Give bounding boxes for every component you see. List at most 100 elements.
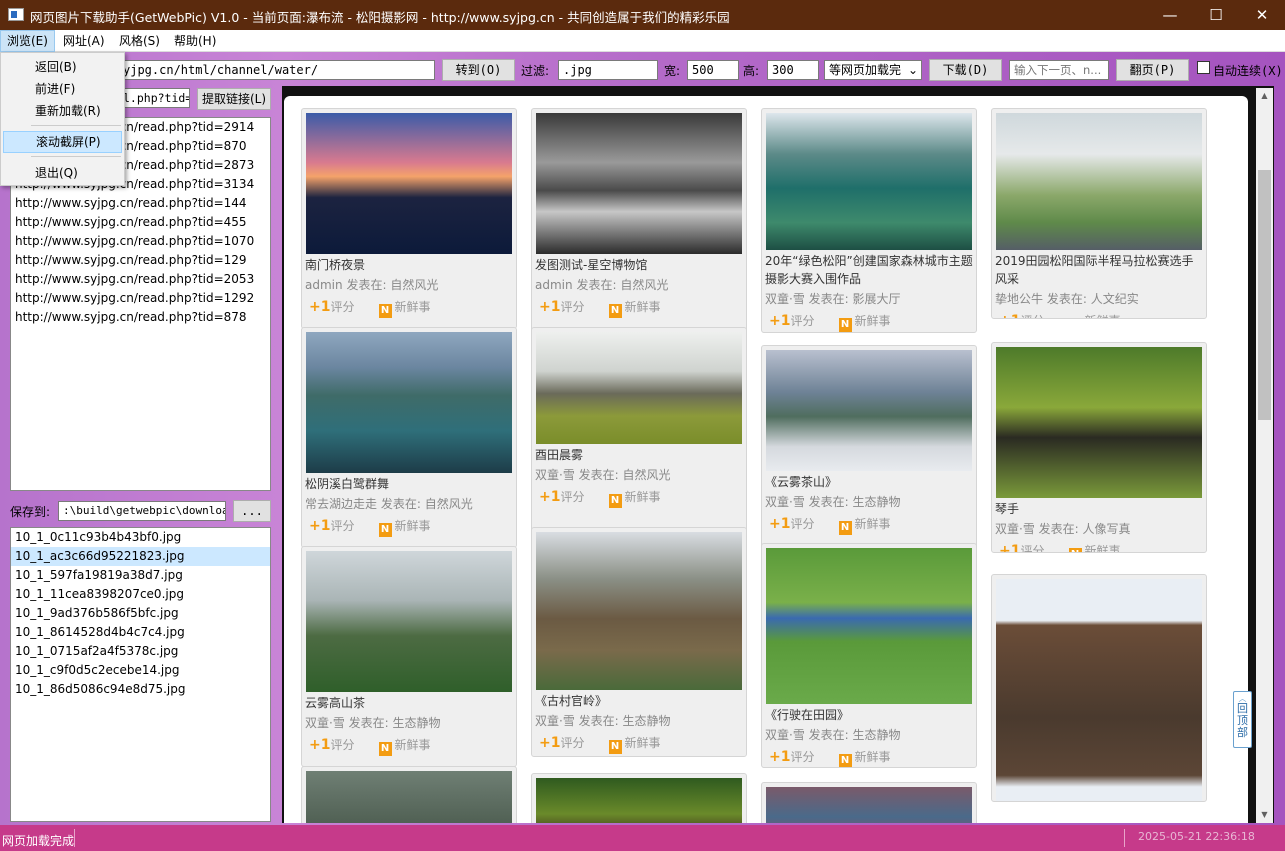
link-pattern-input[interactable]: l.php?tid=* (118, 88, 190, 108)
gallery-card[interactable]: 发图测试-星空博物馆 admin 发表在: 自然风光 +1评分 N 新鲜事 (531, 108, 747, 333)
gallery-card[interactable]: 南门桥夜景 admin 发表在: 自然风光 +1评分 N 新鲜事 (301, 108, 517, 329)
card-image[interactable] (306, 771, 512, 823)
menu-item-back[interactable]: 返回(B) (3, 56, 122, 78)
scroll-down-icon[interactable]: ▼ (1256, 807, 1273, 823)
gallery-card[interactable]: 酉田晨雾 双童·雪 发表在: 自然风光 +1评分 N 新鲜事 (531, 327, 747, 552)
card-image[interactable] (306, 113, 512, 254)
score-button[interactable]: +1评分 (999, 543, 1045, 552)
url-input[interactable]: yjpg.cn/html/channel/water/ (118, 60, 435, 80)
score-button[interactable]: +1评分 (769, 749, 815, 765)
auto-continue-checkbox[interactable] (1197, 61, 1210, 74)
card-image[interactable] (996, 579, 1202, 801)
card-image[interactable] (766, 350, 972, 471)
card-category[interactable]: 人像写真 (1083, 522, 1131, 536)
minimize-button[interactable]: — (1147, 0, 1193, 30)
card-title[interactable]: 《古村官岭》 (535, 692, 743, 710)
next-page-input[interactable]: 输入下一页、n... (1009, 60, 1109, 80)
card-image[interactable] (536, 113, 742, 254)
score-button[interactable]: +1评分 (309, 299, 355, 315)
menu-item-exit[interactable]: 退出(Q) (3, 162, 122, 184)
extract-links-button[interactable]: 提取链接(L) (197, 88, 271, 110)
fresh-button[interactable]: N新鲜事 (1068, 544, 1121, 552)
fresh-button[interactable]: N新鲜事 (378, 519, 431, 537)
card-title[interactable]: 云雾高山茶 (305, 694, 513, 712)
card-author[interactable]: admin (535, 278, 573, 292)
gallery-card[interactable]: 松阴溪白鹭群舞 常去湖边走走 发表在: 自然风光 +1评分 N 新鲜事 (301, 327, 517, 548)
card-image[interactable] (766, 113, 972, 250)
url-list-item[interactable]: http://www.syjpg.cn/read.php?tid=1292 (11, 289, 270, 308)
wait-select[interactable]: 等网页加载完 ⌄ (824, 60, 922, 80)
width-input[interactable]: 500 (687, 60, 739, 80)
fresh-button[interactable]: N新鲜事 (378, 738, 431, 756)
card-image[interactable] (536, 532, 742, 690)
card-category[interactable]: 生态静物 (853, 728, 901, 742)
fresh-button[interactable]: N新鲜事 (608, 736, 661, 754)
card-image[interactable] (306, 332, 512, 473)
gallery-card[interactable]: 2019田园松阳国际半程马拉松赛选手风采挚地公牛 发表在: 人文纪实 +1评分 N新… (991, 108, 1207, 319)
card-category[interactable]: 自然风光 (390, 278, 438, 292)
menu-item-reload[interactable]: 重新加载(R) (3, 100, 122, 122)
file-list-item[interactable]: 10_1_86d5086c94e8d75.jpg (11, 680, 270, 699)
fresh-button[interactable]: N新鲜事 (378, 300, 431, 318)
scrollbar-thumb[interactable] (1258, 170, 1271, 420)
card-category[interactable]: 自然风光 (623, 468, 671, 482)
menu-item-scroll-screenshot[interactable]: 滚动截屏(P) (3, 131, 122, 153)
card-image[interactable] (766, 787, 972, 823)
card-image[interactable] (536, 778, 742, 823)
close-button[interactable]: ✕ (1239, 0, 1285, 30)
card-title[interactable]: 2019田园松阳国际半程马拉松赛选手风采 (995, 252, 1203, 288)
file-list[interactable]: 10_1_0c11c93b4b43bf0.jpg 10_1_ac3c66d9522… (10, 527, 271, 822)
menu-help[interactable]: 帮助(H) (168, 30, 222, 52)
card-category[interactable]: 生态静物 (393, 716, 441, 730)
fresh-button[interactable]: N新鲜事 (838, 314, 891, 332)
card-author[interactable]: 双童·雪 (995, 522, 1035, 536)
gallery-card[interactable]: 琴手双童·雪 发表在: 人像写真 +1评分 N新鲜事 (991, 342, 1207, 553)
back-to-top-button[interactable]: ︿ 回顶部 (1233, 691, 1252, 748)
url-list-item[interactable]: http://www.syjpg.cn/read.php?tid=878 (11, 308, 270, 327)
page-turn-button[interactable]: 翻页(P) (1116, 59, 1189, 81)
card-title[interactable]: 松阴溪白鹭群舞 (305, 475, 513, 493)
card-title[interactable]: 发图测试-星空博物馆 (535, 256, 743, 274)
save-path-input[interactable]: :\build\getwebpic\download\ (58, 501, 226, 521)
goto-button[interactable]: 转到(O) (442, 59, 515, 81)
url-list-item[interactable]: http://www.syjpg.cn/read.php?tid=455 (11, 213, 270, 232)
menu-style[interactable]: 风格(S) (113, 30, 166, 52)
card-image[interactable] (766, 548, 972, 704)
score-button[interactable]: +1评分 (539, 489, 585, 505)
web-view[interactable]: 南门桥夜景 admin 发表在: 自然风光 +1评分 N 新鲜事 松阴溪白鹭群舞 常去湖边走… (282, 86, 1274, 823)
fresh-button[interactable]: N新鲜事 (838, 750, 891, 767)
file-list-item[interactable]: 10_1_0c11c93b4b43bf0.jpg (11, 528, 270, 547)
card-title[interactable]: 酉田晨雾 (535, 446, 743, 464)
score-button[interactable]: +1评分 (999, 313, 1045, 318)
card-title[interactable]: 20年“绿色松阳”创建国家森林城市主题摄影大赛入围作品 (765, 252, 973, 288)
score-button[interactable]: +1评分 (309, 518, 355, 534)
maximize-button[interactable]: ☐ (1193, 0, 1239, 30)
file-list-item[interactable]: 10_1_8614528d4b4c7c4.jpg (11, 623, 270, 642)
fresh-button[interactable]: N新鲜事 (608, 300, 661, 318)
score-button[interactable]: +1评分 (769, 516, 815, 532)
card-category[interactable]: 影展大厅 (853, 292, 901, 306)
card-author[interactable]: 双童·雪 (305, 716, 345, 730)
file-list-item[interactable]: 10_1_11cea8398207ce0.jpg (11, 585, 270, 604)
score-button[interactable]: +1评分 (769, 313, 815, 329)
card-author[interactable]: 双童·雪 (535, 468, 575, 482)
card-author[interactable]: admin (305, 278, 343, 292)
card-title[interactable]: 《行驶在田园》 (765, 706, 973, 724)
download-button[interactable]: 下载(D) (929, 59, 1002, 81)
card-author[interactable]: 常去湖边走走 (305, 497, 377, 511)
file-list-item[interactable]: 10_1_0715af2a4f5378c.jpg (11, 642, 270, 661)
card-image[interactable] (536, 332, 742, 444)
file-list-item[interactable]: 10_1_597fa19819a38d7.jpg (11, 566, 270, 585)
gallery-card[interactable] (301, 766, 517, 823)
url-list-item[interactable]: http://www.syjpg.cn/read.php?tid=144 (11, 194, 270, 213)
score-button[interactable]: +1评分 (539, 735, 585, 751)
height-input[interactable]: 300 (767, 60, 819, 80)
url-list-item[interactable]: http://www.syjpg.cn/read.php?tid=2053 (11, 270, 270, 289)
menu-item-forward[interactable]: 前进(F) (3, 78, 122, 100)
file-list-item[interactable]: 10_1_9ad376b586f5bfc.jpg (11, 604, 270, 623)
card-image[interactable] (306, 551, 512, 692)
card-author[interactable]: 双童·雪 (535, 714, 575, 728)
card-category[interactable]: 人文纪实 (1091, 292, 1139, 306)
fresh-button[interactable]: N新鲜事 (838, 517, 891, 535)
card-category[interactable]: 生态静物 (623, 714, 671, 728)
